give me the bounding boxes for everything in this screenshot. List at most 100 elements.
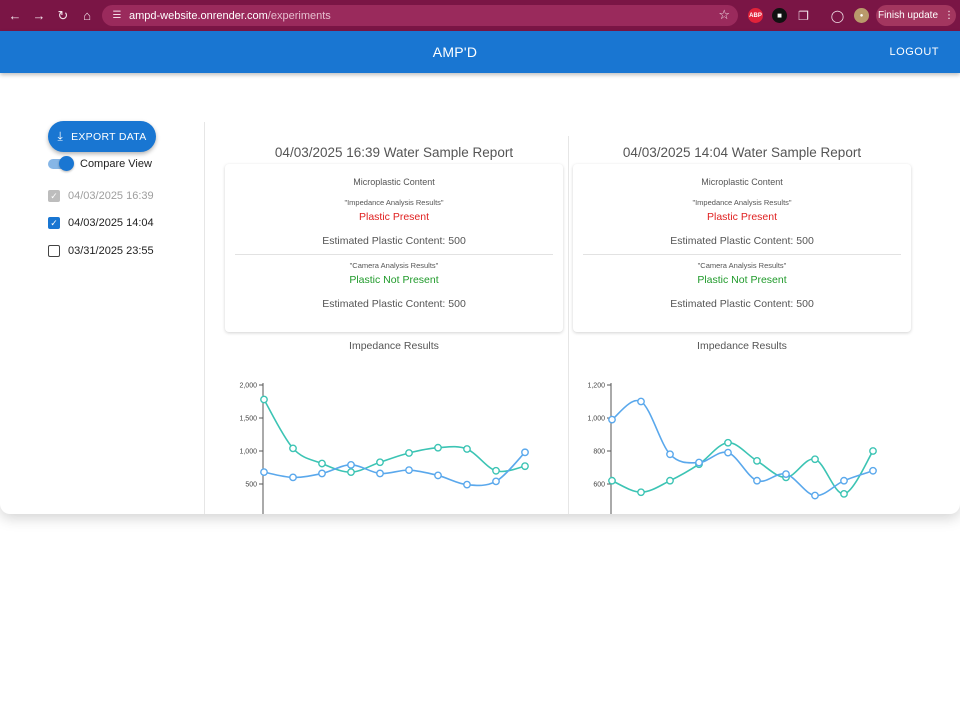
extensions-puzzle-icon[interactable]: ❐	[796, 8, 811, 23]
toggle-thumb[interactable]	[59, 156, 74, 171]
sidebar-divider	[204, 122, 205, 514]
data-point	[376, 458, 384, 467]
impedance-chart: 500 1,000 1,500 2,000	[239, 383, 529, 514]
data-point	[260, 395, 268, 404]
data-point	[318, 459, 326, 468]
data-point	[608, 415, 616, 424]
y-tick-label: 1,000	[587, 416, 605, 423]
compare-view-toggle[interactable]: Compare View	[48, 156, 152, 171]
data-point	[405, 449, 413, 457]
reload-icon[interactable]: ↻	[51, 4, 75, 28]
card-heading: Microplastic Content	[353, 177, 435, 187]
app-header: AMP'D LOGOUT	[0, 31, 960, 73]
bookmark-star-icon[interactable]: ☆	[718, 7, 730, 23]
impedance-analysis-label: "Impedance Analysis Results"	[344, 198, 444, 207]
data-point	[840, 476, 848, 485]
data-point	[376, 469, 384, 478]
microplastic-card: Microplastic Content "Impedance Analysis…	[225, 164, 563, 332]
export-data-label: EXPORT DATA	[71, 130, 147, 143]
data-point	[347, 468, 355, 477]
chart-title: Impedance Results	[349, 340, 439, 352]
y-tick-label: 800	[593, 449, 605, 456]
data-point	[463, 445, 471, 453]
url-path: /experiments	[267, 9, 331, 22]
camera-estimate: Estimated Plastic Content: 500	[670, 298, 814, 310]
camera-estimate: Estimated Plastic Content: 500	[322, 298, 466, 310]
data-point	[811, 455, 819, 464]
data-point	[289, 444, 297, 453]
forward-arrow-icon[interactable]: →	[27, 4, 51, 28]
y-tick-label: 1,200	[587, 383, 605, 390]
impedance-analysis-label: "Impedance Analysis Results"	[692, 198, 792, 207]
y-tick-label: 1,000	[239, 449, 257, 456]
report-date-label: 03/31/2025 23:55	[68, 245, 154, 257]
checkbox-checked-icon[interactable]: ✓	[48, 217, 60, 229]
card-divider	[583, 254, 901, 255]
y-tick-label: 1,500	[239, 416, 257, 423]
data-point	[869, 447, 877, 455]
data-point	[811, 491, 819, 500]
adblock-extension-icon[interactable]: ABP	[748, 8, 763, 23]
report-title: 04/03/2025 14:04 Water Sample Report	[622, 145, 862, 160]
finish-update-button[interactable]: Finish update ⋮	[876, 5, 956, 26]
data-point	[608, 476, 616, 485]
report-title: 04/03/2025 16:39 Water Sample Report	[274, 145, 514, 160]
card-heading: Microplastic Content	[701, 177, 783, 187]
sync-icon[interactable]: ◯	[830, 8, 845, 23]
checkbox-checked-icon: ✓	[48, 190, 60, 202]
impedance-chart: 600 800 1,000 1,200	[587, 383, 877, 514]
lock-extension-icon[interactable]: ■	[772, 8, 787, 23]
site-settings-icon[interactable]: ☰	[108, 10, 126, 21]
address-bar[interactable]: ☰ ampd-website.onrender.com/experiments …	[102, 5, 738, 26]
url-host: ampd-website.onrender.com	[129, 9, 268, 22]
data-point	[434, 443, 442, 452]
app-title: AMP'D	[432, 44, 478, 60]
data-point	[695, 458, 703, 467]
browser-window: ← → ↻ ⌂ ☰ ampd-website.onrender.com/expe…	[0, 0, 960, 514]
series-line	[611, 399, 874, 497]
profile-avatar[interactable]: ●	[854, 8, 869, 23]
data-point	[289, 473, 297, 482]
microplastic-card: Microplastic Content "Impedance Analysis…	[573, 164, 911, 332]
y-tick-label: 500	[245, 482, 257, 489]
report-checkbox-item[interactable]: ✓ 04/03/2025 16:39	[48, 190, 154, 202]
data-point	[666, 450, 674, 459]
camera-result: Plastic Not Present	[349, 274, 439, 286]
adblock-label: ABP	[749, 12, 762, 19]
home-icon[interactable]: ⌂	[75, 4, 99, 28]
report-date-label: 04/03/2025 14:04	[68, 217, 154, 229]
y-tick-label: 600	[593, 482, 605, 489]
checkbox-empty-icon[interactable]	[48, 245, 60, 257]
impedance-estimate: Estimated Plastic Content: 500	[670, 235, 814, 247]
data-point	[492, 466, 500, 475]
camera-analysis-label: "Camera Analysis Results"	[697, 261, 787, 270]
finish-update-label: Finish update	[877, 10, 939, 21]
data-point	[840, 490, 848, 498]
impedance-estimate: Estimated Plastic Content: 500	[322, 235, 466, 247]
logout-button[interactable]: LOGOUT	[890, 46, 939, 58]
report-checkbox-item[interactable]: 03/31/2025 23:55	[48, 245, 154, 257]
impedance-result: Plastic Present	[706, 211, 778, 223]
download-icon: ⤓	[57, 129, 64, 143]
more-vertical-icon: ⋮	[944, 10, 955, 21]
data-point	[405, 466, 413, 475]
data-point	[318, 469, 326, 478]
data-point	[753, 476, 761, 485]
series-line	[263, 399, 526, 473]
data-point	[521, 462, 529, 471]
camera-analysis-label: "Camera Analysis Results"	[349, 261, 439, 270]
data-point	[521, 448, 529, 457]
data-point	[724, 438, 732, 447]
report-date-label: 04/03/2025 16:39	[68, 190, 154, 202]
data-point	[753, 457, 761, 465]
data-point	[347, 460, 355, 469]
report-checkbox-item[interactable]: ✓ 04/03/2025 14:04	[48, 217, 154, 229]
toggle-track[interactable]	[48, 156, 74, 171]
data-point	[637, 397, 645, 406]
chart-title: Impedance Results	[697, 340, 787, 352]
card-divider	[235, 254, 553, 255]
browser-toolbar: ← → ↻ ⌂ ☰ ampd-website.onrender.com/expe…	[0, 0, 960, 31]
export-data-button[interactable]: ⤓ EXPORT DATA	[48, 121, 156, 152]
back-arrow-icon[interactable]: ←	[3, 4, 27, 28]
compare-view-label: Compare View	[80, 158, 152, 170]
